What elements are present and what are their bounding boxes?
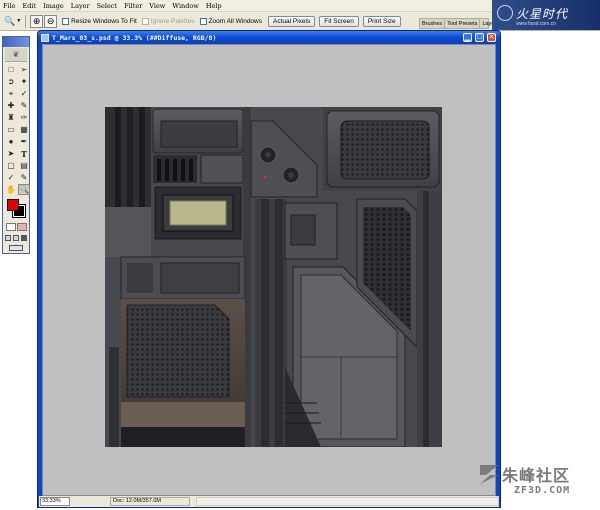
logo-url: www.hxsd.com.cn xyxy=(516,21,557,27)
healing-tool-icon[interactable]: ✚ xyxy=(5,100,17,111)
hxsd-logo: 火星时代 www.hxsd.com.cn xyxy=(492,0,600,30)
magic-wand-tool-icon[interactable]: ✦ xyxy=(18,76,30,87)
ignore-palettes-label: Ignore Palettes xyxy=(150,17,195,25)
menu-edit[interactable]: Edit xyxy=(23,2,37,10)
zoom-out-button[interactable]: ⊖ xyxy=(44,14,58,28)
screen-modes xyxy=(3,234,29,242)
tab-brushes[interactable]: Brushes xyxy=(420,19,446,28)
minimize-button[interactable]: ▁ xyxy=(463,33,472,42)
palette-well: Brushes Tool Presets Layer Comps xyxy=(419,18,519,29)
edit-modes xyxy=(3,222,29,232)
document-icon xyxy=(41,33,49,42)
divider xyxy=(25,14,27,28)
ignore-palettes-option[interactable]: Ignore Palettes xyxy=(141,17,195,25)
horizontal-scrollbar[interactable] xyxy=(196,497,499,506)
ignore-palettes-checkbox[interactable] xyxy=(141,17,149,25)
close-button[interactable]: ✕ xyxy=(487,33,496,42)
toolbox-titlebar[interactable] xyxy=(3,37,29,47)
marquee-tool-icon[interactable]: □ xyxy=(5,64,17,75)
zoom-in-button[interactable]: ⊕ xyxy=(30,14,44,28)
eyedropper-tool-icon[interactable]: ✓ xyxy=(5,172,17,183)
document-titlebar[interactable]: T_Mars_03_s.psd @ 33.3% (##Diffuse, RGB/… xyxy=(38,31,500,44)
logo-text: 火星时代 xyxy=(516,7,569,21)
tool-preset-picker[interactable]: 🔍 ▼ xyxy=(4,16,21,27)
standard-mode-button[interactable] xyxy=(5,223,16,231)
zoom-tool-icon: 🔍 xyxy=(4,15,16,26)
dodge-tool-icon[interactable]: ● xyxy=(5,136,17,147)
type-tool-icon[interactable]: T xyxy=(18,148,30,159)
toolbox: ❦ □ ➢ ➲ ✦ ⌖ ✓ ✚ ✎ ♜ ✑ ▭ ▦ ● ✒ ➤ T ▢ ▤ ✓ … xyxy=(2,36,30,254)
notes-tool-icon[interactable]: ▤ xyxy=(18,160,30,171)
hand-tool-icon[interactable]: ✋ xyxy=(5,184,17,195)
feather-icon: ❦ xyxy=(12,50,20,59)
path-select-tool-icon[interactable]: ➤ xyxy=(5,148,17,159)
minimize-icon: ▁ xyxy=(464,34,471,41)
zoom-out-icon: ⊖ xyxy=(46,15,55,26)
zf3d-watermark: 朱峰社区 ZF3D.COM xyxy=(478,458,600,508)
fit-screen-button[interactable]: Fit Screen xyxy=(319,15,359,27)
zoom-tool-icon[interactable]: 🔍 xyxy=(18,184,30,195)
zoom-all-option[interactable]: Zoom All Windows xyxy=(199,17,262,25)
menu-filter[interactable]: Filter xyxy=(124,2,142,10)
brush-tool-icon[interactable]: ✎ xyxy=(18,100,30,111)
watermark-en-text: ZF3D.COM xyxy=(514,485,571,496)
zf3d-logo-icon xyxy=(480,465,498,484)
status-bar: 33.33% Doc: 12.0M/357.0M xyxy=(39,496,499,507)
shape-tool-icon[interactable]: ▢ xyxy=(5,160,17,171)
crop-tool-icon[interactable]: ⌖ xyxy=(5,88,17,99)
logo-mark-icon xyxy=(497,5,513,21)
full-screen-icon[interactable] xyxy=(21,235,27,241)
menu-layer[interactable]: Layer xyxy=(71,2,90,10)
print-size-button[interactable]: Print Size xyxy=(362,15,401,27)
standard-screen-icon[interactable] xyxy=(5,235,11,241)
maximize-icon: □ xyxy=(477,34,482,41)
close-icon: ✕ xyxy=(488,34,495,41)
menu-view[interactable]: View xyxy=(149,2,165,10)
color-swatches xyxy=(5,198,27,220)
tool-grid: □ ➢ ➲ ✦ ⌖ ✓ ✚ ✎ ♜ ✑ ▭ ▦ ● ✒ ➤ T ▢ ▤ ✓ ✎ … xyxy=(3,63,30,196)
texture-canvas[interactable] xyxy=(105,107,442,447)
jump-to xyxy=(3,244,29,252)
document-title: T_Mars_03_s.psd @ 33.3% (##Diffuse, RGB/… xyxy=(52,33,217,42)
menu-window[interactable]: Window xyxy=(172,2,198,10)
zoom-level-field[interactable]: 33.33% xyxy=(40,497,70,506)
resize-windows-label: Resize Windows To Fit xyxy=(71,17,137,25)
actual-pixels-button[interactable]: Actual Pixels xyxy=(268,15,316,27)
measure-tool-icon[interactable]: ✎ xyxy=(18,172,30,183)
maximize-button[interactable]: □ xyxy=(475,33,484,42)
menu-help[interactable]: Help xyxy=(206,2,222,10)
zoom-all-checkbox[interactable] xyxy=(199,17,207,25)
slice-tool-icon[interactable]: ✓ xyxy=(18,88,30,99)
resize-windows-checkbox[interactable] xyxy=(62,17,70,25)
eraser-tool-icon[interactable]: ▭ xyxy=(5,124,17,135)
stamp-tool-icon[interactable]: ♜ xyxy=(5,112,17,123)
menu-select[interactable]: Select xyxy=(97,2,117,10)
chevron-down-icon: ▼ xyxy=(16,18,22,24)
pen-tool-icon[interactable]: ✒ xyxy=(18,136,30,147)
history-brush-tool-icon[interactable]: ✑ xyxy=(18,112,30,123)
menu-image[interactable]: Image xyxy=(43,2,64,10)
resize-windows-option[interactable]: Resize Windows To Fit xyxy=(62,17,137,25)
move-tool-icon[interactable]: ➢ xyxy=(18,64,30,75)
document-window: T_Mars_03_s.psd @ 33.3% (##Diffuse, RGB/… xyxy=(37,30,501,508)
gradient-tool-icon[interactable]: ▦ xyxy=(18,124,30,135)
quick-mask-button[interactable] xyxy=(16,223,27,231)
zoom-in-icon: ⊕ xyxy=(32,15,41,26)
menu-file[interactable]: File xyxy=(3,2,16,10)
imageready-jump-button[interactable] xyxy=(9,245,23,251)
canvas-area[interactable] xyxy=(42,44,496,496)
zoom-all-label: Zoom All Windows xyxy=(208,17,262,25)
doc-size-info[interactable]: Doc: 12.0M/357.0M xyxy=(110,497,190,506)
watermark-cn-text: 朱峰社区 xyxy=(502,466,571,485)
full-screen-menu-icon[interactable] xyxy=(13,235,19,241)
foreground-color-swatch[interactable] xyxy=(7,199,19,211)
adobe-online-button[interactable]: ❦ xyxy=(5,48,27,62)
lasso-tool-icon[interactable]: ➲ xyxy=(5,76,17,87)
tab-tool-presets[interactable]: Tool Presets xyxy=(445,19,481,28)
